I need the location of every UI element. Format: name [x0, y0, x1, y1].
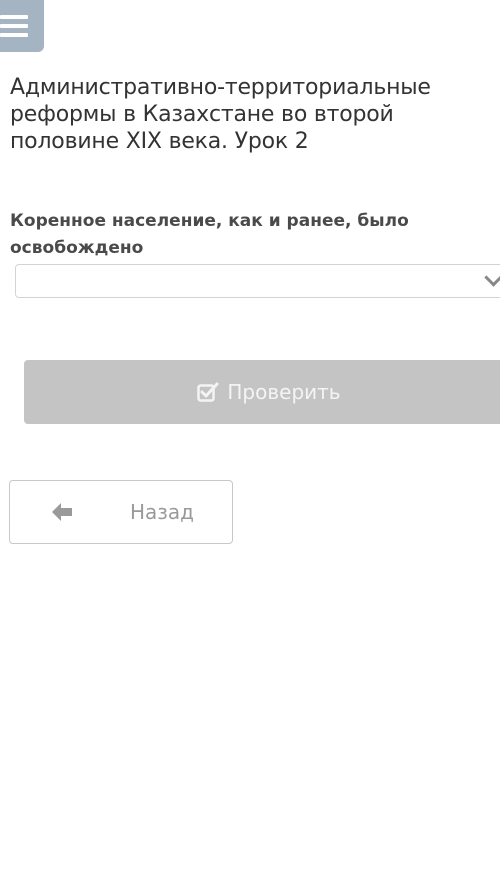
chevron-down-icon [484, 268, 500, 287]
check-button-label: Проверить [227, 380, 341, 404]
arrow-left-icon [50, 501, 74, 527]
back-button[interactable]: Назад [9, 480, 233, 544]
check-button[interactable]: Проверить [24, 360, 500, 424]
page-title: Административно-территориальные реформы … [10, 75, 431, 154]
question-text: Коренное население, как и ранее, было ос… [10, 211, 409, 258]
back-button-label: Назад [130, 500, 195, 524]
menu-button[interactable] [0, 0, 44, 52]
check-square-icon [197, 382, 219, 402]
answer-dropdown[interactable] [15, 264, 500, 298]
hamburger-menu-icon [0, 10, 28, 42]
